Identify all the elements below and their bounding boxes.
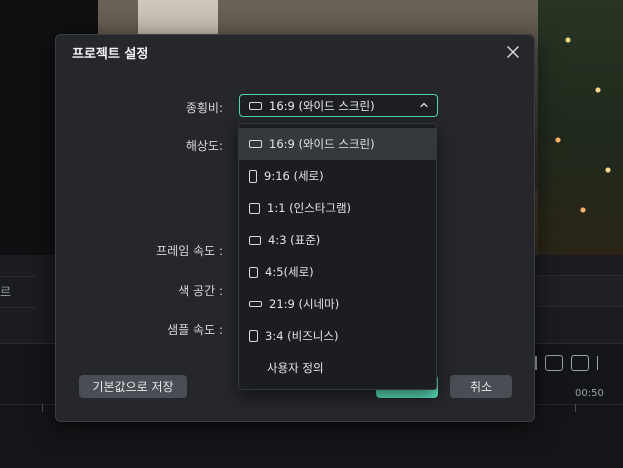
color-space-label: 색 공간 : xyxy=(178,284,223,298)
square-ratio-icon xyxy=(249,202,260,214)
resolution-label: 해상도: xyxy=(185,139,223,153)
option-1-1[interactable]: 1:1 (인스타그램) xyxy=(239,192,436,224)
fit-tool-icon[interactable] xyxy=(571,355,589,371)
option-4-3[interactable]: 4:3 (표준) xyxy=(239,224,436,256)
option-label: 1:1 (인스타그램) xyxy=(267,201,352,215)
option-label: 4:3 (표준) xyxy=(268,233,321,247)
audio-tool-icon[interactable] xyxy=(545,355,563,371)
landscape-ratio-icon xyxy=(249,140,262,148)
save-as-default-button[interactable]: 기본값으로 저장 xyxy=(79,375,187,398)
close-button[interactable] xyxy=(504,43,522,61)
left-strip-text: 르 xyxy=(0,276,36,308)
close-icon xyxy=(507,46,519,58)
vertical-ratio-icon xyxy=(249,266,258,278)
option-label: 3:4 (비즈니스) xyxy=(265,329,339,343)
aspect-ratio-select[interactable]: 16:9 (와이드 스크린) xyxy=(239,94,438,117)
more-tool-icon[interactable] xyxy=(597,356,608,370)
cinema-ratio-icon xyxy=(249,301,262,307)
frame-rate-label: 프레임 속도 : xyxy=(156,244,223,258)
option-3-4[interactable]: 3:4 (비즈니스) xyxy=(239,320,436,352)
standard-ratio-icon xyxy=(249,235,261,245)
chevron-up-icon xyxy=(420,102,428,108)
portrait-ratio-icon xyxy=(249,169,257,183)
option-16-9[interactable]: 16:9 (와이드 스크린) xyxy=(239,128,436,160)
option-21-9[interactable]: 21:9 (시네마) xyxy=(239,288,436,320)
right-strip xyxy=(535,275,623,307)
business-ratio-icon xyxy=(249,330,258,342)
ruler-tick xyxy=(575,404,576,412)
dialog-title: 프로젝트 설정 xyxy=(72,47,149,62)
ruler-tick xyxy=(42,404,43,412)
option-label: 9:16 (세로) xyxy=(264,169,324,183)
option-custom[interactable]: 사용자 정의 xyxy=(239,352,436,384)
option-4-5[interactable]: 4:5(세로) xyxy=(239,256,436,288)
aspect-ratio-dropdown: 16:9 (와이드 스크린) 9:16 (세로) 1:1 (인스타그램) 4:3… xyxy=(238,123,437,390)
option-label: 16:9 (와이드 스크린) xyxy=(269,137,375,151)
landscape-ratio-icon xyxy=(249,101,262,110)
option-label: 21:9 (시네마) xyxy=(269,297,340,311)
split-tool-icon[interactable] xyxy=(535,356,537,370)
option-label: 4:5(세로) xyxy=(265,265,314,279)
option-label: 사용자 정의 xyxy=(267,361,324,375)
aspect-ratio-label: 종횡비: xyxy=(185,101,223,115)
option-9-16[interactable]: 9:16 (세로) xyxy=(239,160,436,192)
aspect-ratio-value: 16:9 (와이드 스크린) xyxy=(269,98,375,113)
timeline-tools xyxy=(535,352,623,374)
preview-christmas-tree xyxy=(538,0,623,255)
cancel-button[interactable]: 취소 xyxy=(450,375,512,398)
timeline-timecode: 00:50 xyxy=(575,388,604,399)
sample-rate-label: 샘플 속도 : xyxy=(167,323,223,337)
